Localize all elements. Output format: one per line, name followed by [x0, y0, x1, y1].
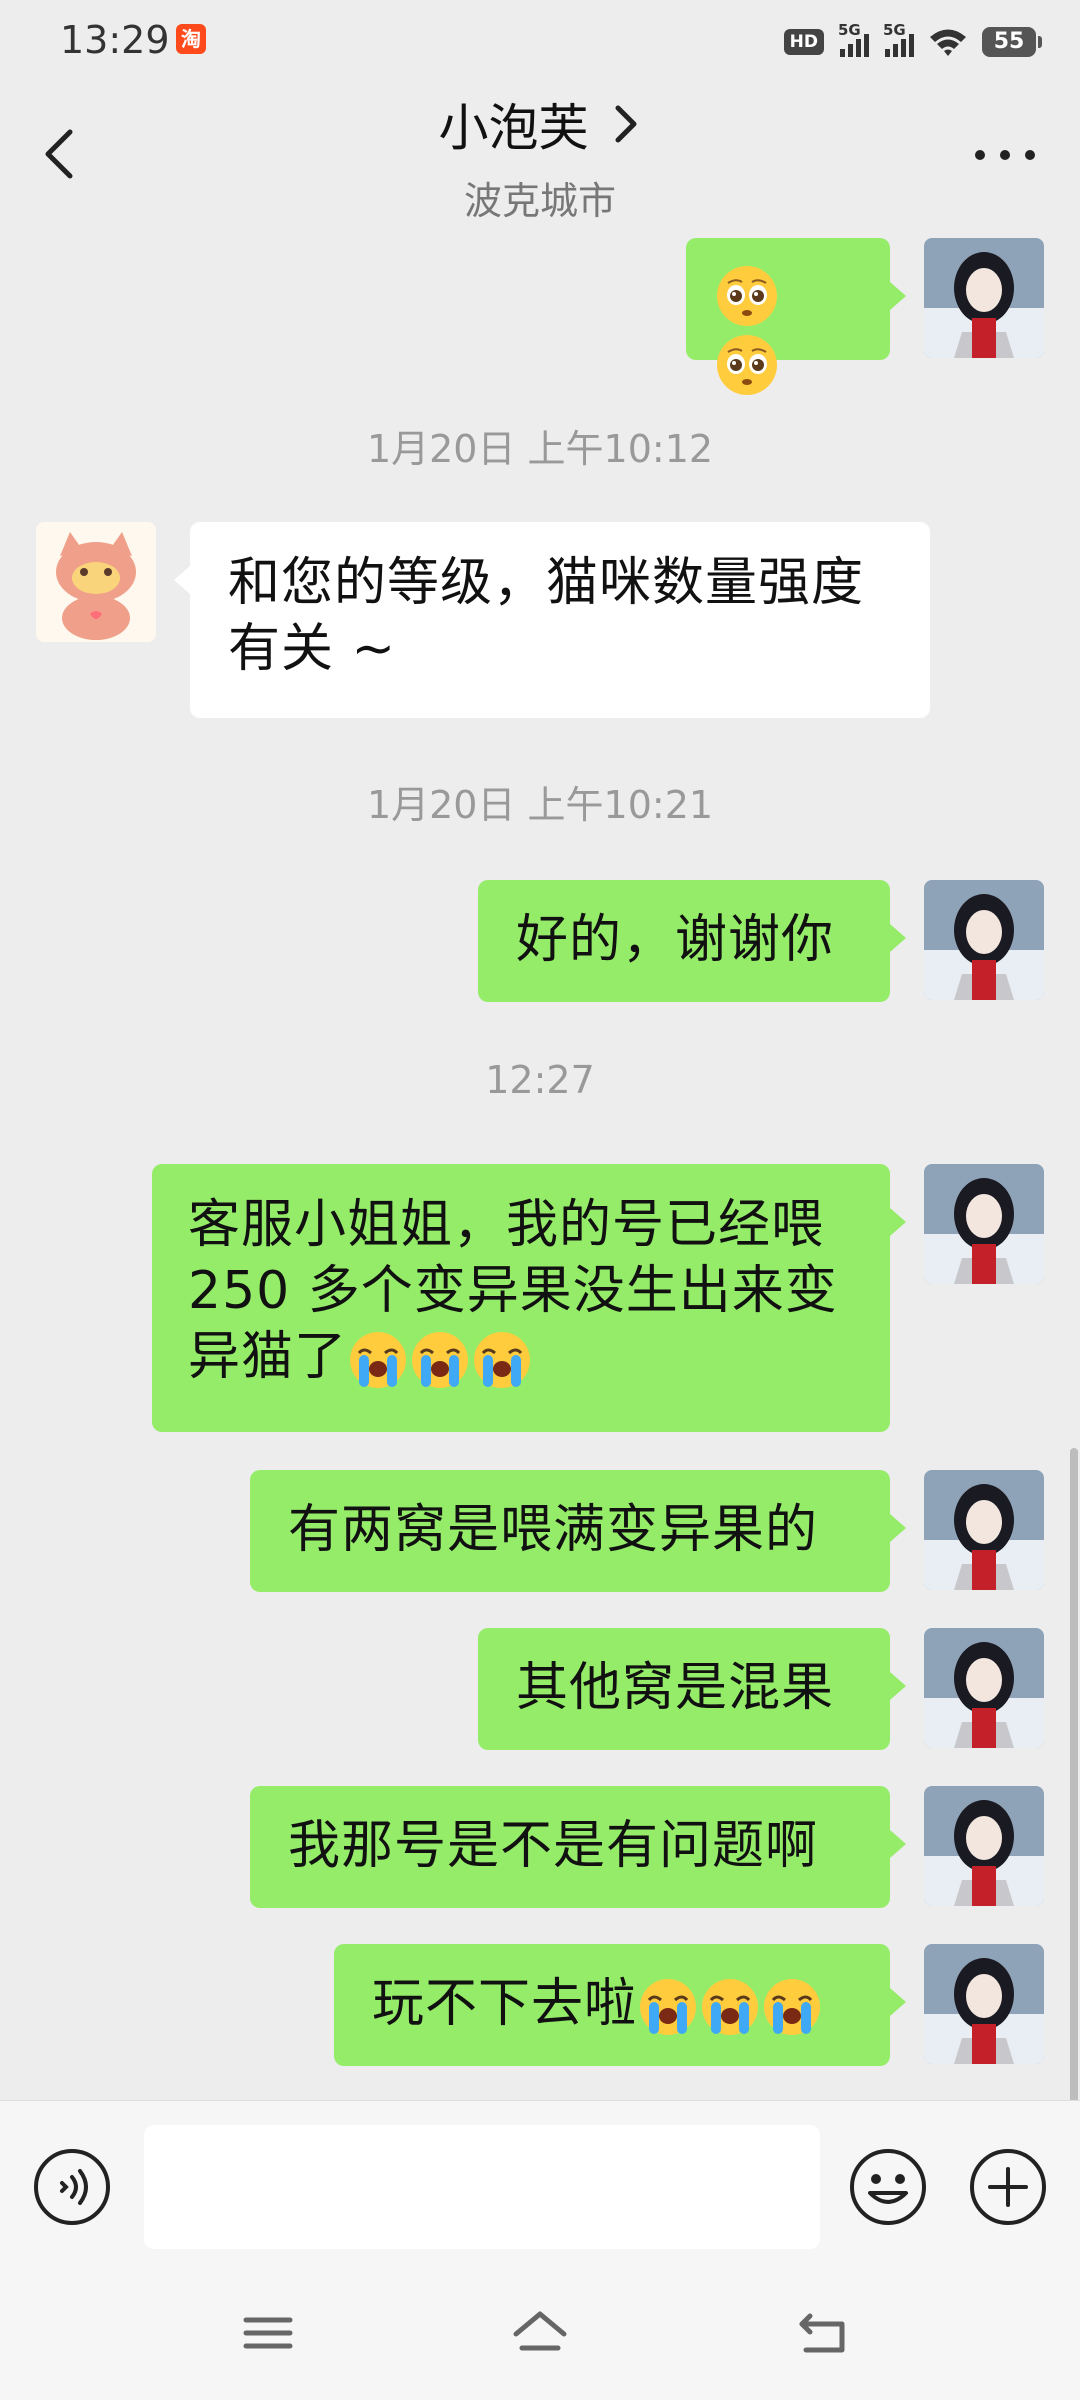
menu-nav-button[interactable]: [240, 2308, 296, 2358]
message-text: 我那号是不是有问题啊: [288, 1816, 819, 1876]
message-text: 其他窝是混果: [516, 1658, 835, 1718]
sim1-label: 5G: [838, 21, 861, 39]
input-bar: [0, 2100, 1080, 2261]
taobao-notification-icon: 淘: [176, 24, 206, 54]
message-bubble-sent[interactable]: 玩不下去啦: [334, 1944, 906, 2066]
message-bubble-sent[interactable]: 好的，谢谢你: [478, 880, 906, 1002]
loudly-crying-face-emoji: [640, 1979, 697, 2035]
timestamp: 12:27: [485, 1058, 595, 1102]
message-line: 和您的等级，猫咪数量强度: [228, 553, 865, 613]
my-avatar[interactable]: [924, 1786, 1044, 1906]
scrollbar[interactable]: [1070, 1448, 1078, 2100]
pleading-face-emoji: [717, 266, 777, 326]
sim2-label: 5G: [883, 21, 906, 39]
message-text: 好的，谢谢你: [516, 910, 835, 970]
message-line-with-emoji: 异猫了: [188, 1324, 854, 1391]
pleading-face-emoji: [717, 335, 777, 395]
battery-icon: 55: [982, 27, 1042, 57]
status-time: 13:29: [60, 18, 170, 62]
status-bar: 13:29 淘 HD 5G 5G 55: [0, 0, 1080, 80]
my-avatar[interactable]: [924, 1470, 1044, 1590]
message-bubble-sent[interactable]: 有两窝是喂满变异果的: [250, 1470, 906, 1592]
message-bubble-sent[interactable]: 我那号是不是有问题啊: [250, 1786, 906, 1908]
loudly-crying-face-emoji: [764, 1979, 821, 2035]
my-avatar[interactable]: [924, 880, 1044, 1000]
chat-subtitle: 波克城市: [463, 179, 616, 223]
message-list[interactable]: 1月20日 上午10:12 和您的等级，猫咪数量强度 有关 ~ 1月20日 上午…: [0, 228, 1080, 2100]
more-options-button[interactable]: [970, 140, 1040, 170]
message-line: 异猫了: [188, 1327, 348, 1387]
timestamp: 1月20日 上午10:12: [366, 427, 714, 471]
my-avatar[interactable]: [924, 238, 1044, 358]
my-avatar[interactable]: [924, 1628, 1044, 1748]
loudly-crying-face-emoji: [412, 1332, 469, 1388]
message-bubble-sent[interactable]: [686, 238, 906, 395]
message-line: 250 多个变异果没生出来变: [188, 1261, 838, 1321]
more-functions-plus-button[interactable]: [968, 2147, 1048, 2227]
message-text: 有两窝是喂满变异果的: [288, 1500, 819, 1560]
message-line: 客服小姐姐，我的号已经喂: [188, 1195, 825, 1255]
chat-title[interactable]: 小泡芙: [438, 88, 588, 160]
message-line: 有关 ~: [228, 619, 397, 679]
loudly-crying-face-emoji: [702, 1979, 759, 2035]
signal-sim1-icon: 5G: [838, 21, 869, 57]
message-text: 玩不下去啦: [372, 1974, 638, 2034]
chat-title-group[interactable]: 小泡芙: [0, 88, 1080, 160]
my-avatar[interactable]: [924, 1944, 1044, 2064]
message-input[interactable]: [144, 2125, 820, 2249]
loudly-crying-face-emoji: [474, 1332, 531, 1388]
system-nav-bar: [0, 2260, 1080, 2400]
signal-sim2-icon: 5G: [883, 21, 914, 57]
chat-screen: 13:29 淘 HD 5G 5G 55 小泡芙 波克城市 1月20日 上午10:…: [0, 0, 1080, 2400]
loudly-crying-face-emoji: [350, 1332, 407, 1388]
chevron-right-icon[interactable]: [608, 102, 642, 146]
wifi-icon: [930, 29, 966, 56]
timestamp: 1月20日 上午10:21: [366, 783, 714, 827]
emoji-button[interactable]: [848, 2147, 928, 2227]
chat-header: 小泡芙 波克城市: [0, 80, 1080, 228]
message-bubble-received[interactable]: 和您的等级，猫咪数量强度 有关 ~: [174, 522, 930, 718]
home-nav-button[interactable]: [512, 2308, 568, 2358]
message-bubble-sent[interactable]: 其他窝是混果: [478, 1628, 906, 1750]
message-bubble-sent[interactable]: 客服小姐姐，我的号已经喂 250 多个变异果没生出来变 异猫了: [152, 1164, 906, 1432]
voice-input-button[interactable]: [32, 2147, 112, 2227]
status-indicators: HD 5G 5G 55: [783, 21, 1042, 62]
customer-service-avatar[interactable]: [36, 522, 156, 642]
hd-voice-icon: HD: [783, 29, 824, 55]
back-nav-button[interactable]: [796, 2308, 852, 2358]
my-avatar[interactable]: [924, 1164, 1044, 1284]
